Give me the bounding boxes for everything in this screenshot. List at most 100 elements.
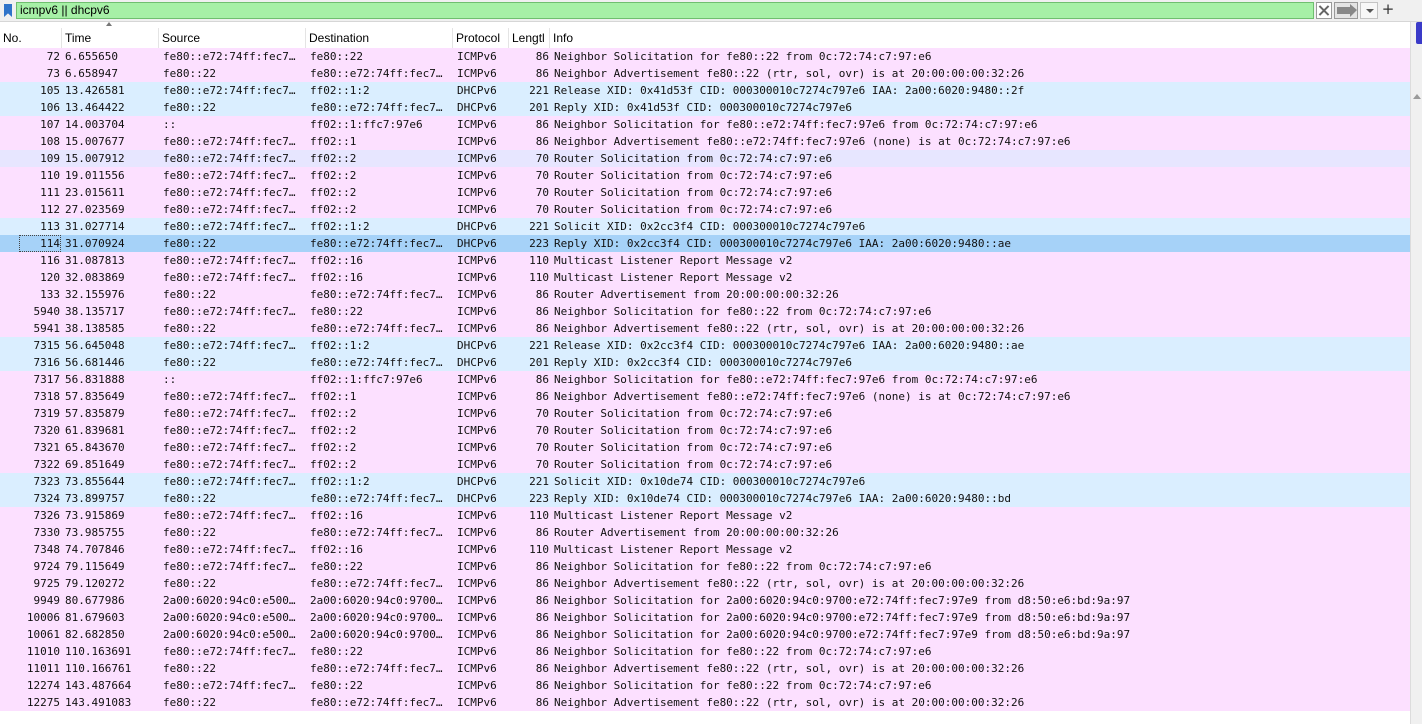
packet-row[interactable]: 11010 110.163691 fe80::e72:74ff:fec7… fe80:… [0, 643, 1410, 660]
add-filter-button[interactable]: + [1380, 2, 1396, 19]
scroll-up-icon[interactable] [1413, 94, 1421, 99]
packet-source: fe80::e72:74ff:fec7… [163, 152, 296, 165]
packet-number: 113 [40, 220, 60, 233]
packet-row[interactable]: 114 31.070924 fe80::22 fe80::e72:74ff:fec7…… [0, 235, 1410, 252]
packet-protocol: ICMPv6 [457, 50, 497, 63]
packet-row[interactable]: 73 6.658947 fe80::22 fe80::e72:74ff:fec7… IC… [0, 65, 1410, 82]
packet-row[interactable]: 5941 38.138585 fe80::22 fe80::e72:74ff:fec7… [0, 320, 1410, 337]
packet-row[interactable]: 7348 74.707846 fe80::e72:74ff:fec7… ff02::1… [0, 541, 1410, 558]
packet-time: 27.023569 [65, 203, 125, 216]
packet-length: 86 [535, 135, 549, 148]
packet-number: 7330 [33, 526, 61, 539]
packet-protocol: ICMPv6 [457, 271, 497, 284]
packet-row[interactable]: 113 31.027714 fe80::e72:74ff:fec7… ff02::1:… [0, 218, 1410, 235]
packet-row[interactable]: 120 32.083869 fe80::e72:74ff:fec7… ff02::16… [0, 269, 1410, 286]
packet-destination: fe80::e72:74ff:fec7… [310, 322, 443, 335]
packet-row[interactable]: 105 13.426581 fe80::e72:74ff:fec7… ff02::1:… [0, 82, 1410, 99]
clear-filter-icon[interactable] [1316, 2, 1332, 19]
packet-info: Router Solicitation from 0c:72:74:c7:97:… [554, 424, 833, 437]
packet-info: Neighbor Advertisement fe80::22 (rtr, so… [554, 662, 1025, 675]
packet-time: 15.007912 [65, 152, 125, 165]
packet-row[interactable]: 7322 69.851649 fe80::e72:74ff:fec7… ff02::2… [0, 456, 1410, 473]
packet-source: 2a00:6020:94c0:e500… [163, 611, 296, 624]
packet-row[interactable]: 133 32.155976 fe80::22 fe80::e72:74ff:fec7…… [0, 286, 1410, 303]
packet-row[interactable]: 7321 65.843670 fe80::e72:74ff:fec7… ff02::2… [0, 439, 1410, 456]
packet-length: 86 [535, 662, 549, 675]
packet-time: 23.015611 [65, 186, 125, 199]
packet-time: 38.135717 [65, 305, 125, 318]
packet-row[interactable]: 9949 80.677986 2a00:6020:94c0:e500… 2a00:60… [0, 592, 1410, 609]
packet-row[interactable]: 9725 79.120272 fe80::22 fe80::e72:74ff:fec7… [0, 575, 1410, 592]
packet-time: 38.138585 [65, 322, 125, 335]
packet-source: fe80::e72:74ff:fec7… [163, 220, 296, 233]
packet-row[interactable]: 12274 143.487664 fe80::e72:74ff:fec7… fe80:… [0, 677, 1410, 694]
column-header-time[interactable]: Time [62, 28, 159, 48]
packet-row[interactable]: 7317 56.831888:: ff02::1:ffc7:97e6 ICMPv6 86… [0, 371, 1410, 388]
packet-row[interactable]: 7330 73.985755 fe80::22 fe80::e72:74ff:fec7… [0, 524, 1410, 541]
display-filter-input[interactable]: icmpv6 || dhcpv6 [16, 2, 1314, 19]
packet-row[interactable]: 7320 61.839681 fe80::e72:74ff:fec7… ff02::2… [0, 422, 1410, 439]
packet-destination: fe80::e72:74ff:fec7… [310, 696, 443, 709]
packet-protocol: ICMPv6 [457, 152, 497, 165]
column-header-source[interactable]: Source [159, 28, 306, 48]
packet-number: 7323 [33, 475, 61, 488]
packet-row[interactable]: 7318 57.835649 fe80::e72:74ff:fec7… ff02::1… [0, 388, 1410, 405]
packet-source: fe80::22 [163, 322, 216, 335]
bookmark-icon[interactable] [4, 4, 12, 17]
packet-time: 73.899757 [65, 492, 125, 505]
packet-list: 72 6.655650 fe80::e72:74ff:fec7… fe80::22 IC… [0, 48, 1410, 724]
column-header-length[interactable]: Lengtl [509, 28, 550, 48]
packet-number: 7348 [33, 543, 61, 556]
scrollbar-marker [1416, 22, 1422, 44]
packet-destination: ff02::2 [310, 424, 357, 437]
packet-time: 110.163691 [65, 645, 132, 658]
packet-row[interactable]: 116 31.087813 fe80::e72:74ff:fec7… ff02::16… [0, 252, 1410, 269]
packet-time: 110.166761 [65, 662, 132, 675]
packet-number: 116 [40, 254, 60, 267]
packet-info: Reply XID: 0x2cc3f4 CID: 000300010c7274c… [554, 237, 1011, 250]
packet-protocol: DHCPv6 [457, 101, 497, 114]
packet-source: fe80::22 [163, 662, 216, 675]
packet-row[interactable]: 7315 56.645048 fe80::e72:74ff:fec7… ff02::1… [0, 337, 1410, 354]
packet-source: fe80::e72:74ff:fec7… [163, 84, 296, 97]
recent-filters-dropdown[interactable] [1360, 2, 1378, 19]
packet-row[interactable]: 11011 110.166761 fe80::22 fe80::e72:74ff:fe… [0, 660, 1410, 677]
packet-length: 221 [529, 339, 549, 352]
packet-row[interactable]: 5940 38.135717 fe80::e72:74ff:fec7… fe80::2… [0, 303, 1410, 320]
column-header-info[interactable]: Info [550, 28, 1410, 48]
packet-row[interactable]: 10061 82.682850 2a00:6020:94c0:e500… 2a00:6… [0, 626, 1410, 643]
packet-protocol: ICMPv6 [457, 203, 497, 216]
packet-number: 112 [40, 203, 60, 216]
packet-row[interactable]: 10006 81.679603 2a00:6020:94c0:e500… 2a00:6… [0, 609, 1410, 626]
column-header-no[interactable]: No. [0, 28, 62, 48]
packet-protocol: ICMPv6 [457, 254, 497, 267]
packet-row[interactable]: 111 23.015611 fe80::e72:74ff:fec7… ff02::2 I… [0, 184, 1410, 201]
packet-info: Neighbor Advertisement fe80::22 (rtr, so… [554, 577, 1025, 590]
packet-row[interactable]: 72 6.655650 fe80::e72:74ff:fec7… fe80::22 IC… [0, 48, 1410, 65]
packet-row[interactable]: 12275 143.491083 fe80::22 fe80::e72:74ff:fe… [0, 694, 1410, 711]
packet-row[interactable]: 106 13.464422 fe80::22 fe80::e72:74ff:fec7…… [0, 99, 1410, 116]
packet-info: Neighbor Advertisement fe80::22 (rtr, so… [554, 696, 1025, 709]
vertical-scrollbar[interactable] [1410, 22, 1422, 724]
packet-row[interactable]: 7326 73.915869 fe80::e72:74ff:fec7… ff02::1… [0, 507, 1410, 524]
packet-row[interactable]: 7324 73.899757 fe80::22 fe80::e72:74ff:fec7… [0, 490, 1410, 507]
packet-length: 70 [535, 441, 549, 454]
packet-info: Reply XID: 0x2cc3f4 CID: 000300010c7274c… [554, 356, 853, 369]
packet-number: 10006 [26, 611, 60, 624]
column-header-protocol[interactable]: Protocol [453, 28, 509, 48]
packet-row[interactable]: 107 14.003704:: ff02::1:ffc7:97e6 ICMPv6 86 N… [0, 116, 1410, 133]
packet-source: fe80::e72:74ff:fec7… [163, 509, 296, 522]
packet-row[interactable]: 7316 56.681446 fe80::22 fe80::e72:74ff:fec7… [0, 354, 1410, 371]
packet-row[interactable]: 9724 79.115649 fe80::e72:74ff:fec7… fe80::2… [0, 558, 1410, 575]
packet-row[interactable]: 7319 57.835879 fe80::e72:74ff:fec7… ff02::2… [0, 405, 1410, 422]
packet-info: Release XID: 0x2cc3f4 CID: 000300010c727… [554, 339, 1025, 352]
packet-row[interactable]: 112 27.023569 fe80::e72:74ff:fec7… ff02::2 I… [0, 201, 1410, 218]
packet-row[interactable]: 108 15.007677 fe80::e72:74ff:fec7… ff02::1 I… [0, 133, 1410, 150]
column-header-destination[interactable]: Destination [306, 28, 453, 48]
packet-number: 106 [40, 101, 60, 114]
apply-filter-button[interactable] [1334, 2, 1358, 19]
packet-row[interactable]: 109 15.007912 fe80::e72:74ff:fec7… ff02::2 I… [0, 150, 1410, 167]
packet-row[interactable]: 110 19.011556 fe80::e72:74ff:fec7… ff02::2 I… [0, 167, 1410, 184]
packet-row[interactable]: 7323 73.855644 fe80::e72:74ff:fec7… ff02::1… [0, 473, 1410, 490]
packet-number: 120 [40, 271, 60, 284]
